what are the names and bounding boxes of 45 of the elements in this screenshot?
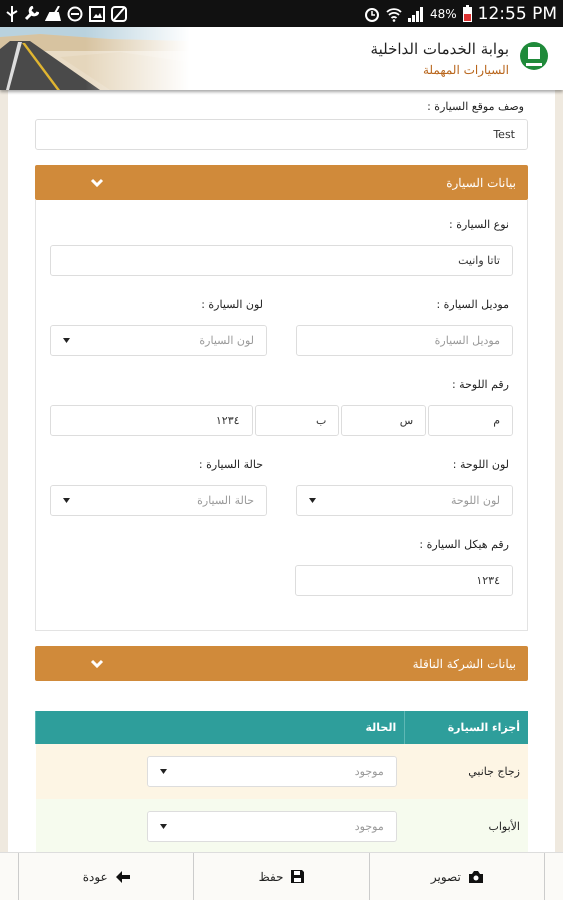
- dropdown-caret-icon: [63, 338, 70, 343]
- app-title: بوابة الخدمات الداخلية: [370, 40, 509, 58]
- field-label: رقم اللوحة :: [450, 378, 509, 391]
- plate-field[interactable]: س: [341, 405, 426, 436]
- field-label: لون السيارة :: [200, 298, 263, 311]
- camera-icon: [468, 870, 483, 882]
- toolbar-button[interactable]: تصوير: [368, 853, 545, 900]
- chevron-down-icon[interactable]: [90, 658, 104, 668]
- signal-icon: [408, 6, 424, 22]
- field-label: موديل السيارة :: [435, 298, 509, 311]
- do-not-disturb-icon: [67, 6, 83, 22]
- plate-field[interactable]: م: [428, 405, 513, 436]
- text-field[interactable]: ١٢٣٤: [295, 565, 513, 596]
- field-label: لون اللوحة :: [452, 458, 509, 471]
- toolbar-button[interactable]: عودة: [18, 853, 194, 900]
- column-header: أجزاء السيارة: [404, 711, 528, 744]
- field-label: حالة السيارة :: [198, 458, 263, 471]
- battery-percent: 48%: [430, 6, 457, 20]
- cleaning-icon: [45, 6, 61, 21]
- image-icon: [89, 6, 105, 22]
- plate-field[interactable]: ب: [254, 405, 340, 436]
- arrow-left-icon: [116, 870, 130, 882]
- dropdown-caret-icon: [309, 498, 316, 503]
- alarm-icon: [364, 6, 380, 22]
- table-cell: الأبواب: [404, 799, 528, 854]
- field-label: وصف موقع السيارة :: [426, 100, 524, 113]
- table-cell: زجاج جانبي: [404, 744, 528, 799]
- dropdown-caret-icon: [160, 769, 167, 774]
- wifi-icon: [386, 6, 402, 22]
- text-field[interactable]: Test: [35, 119, 528, 150]
- page-subtitle: السيارات المهملة: [422, 63, 509, 77]
- text-field[interactable]: تاتا وانيت: [50, 245, 513, 276]
- chevron-down-icon[interactable]: [90, 178, 104, 188]
- blocked-icon: [111, 6, 127, 22]
- field-label: رقم هيكل السيارة :: [418, 538, 509, 551]
- usb-icon: [6, 6, 18, 22]
- dropdown-caret-icon: [63, 498, 70, 503]
- toolbar-button[interactable]: حفظ: [193, 853, 369, 900]
- plate-field[interactable]: ١٢٣٤: [50, 405, 253, 436]
- dropdown-caret-icon: [160, 824, 167, 829]
- wrench-icon: [24, 6, 39, 21]
- battery-icon: [462, 5, 472, 22]
- clock: 12:55 PM: [478, 4, 557, 24]
- column-header: الحالة: [36, 711, 405, 744]
- field-label: نوع السيارة :: [448, 218, 509, 231]
